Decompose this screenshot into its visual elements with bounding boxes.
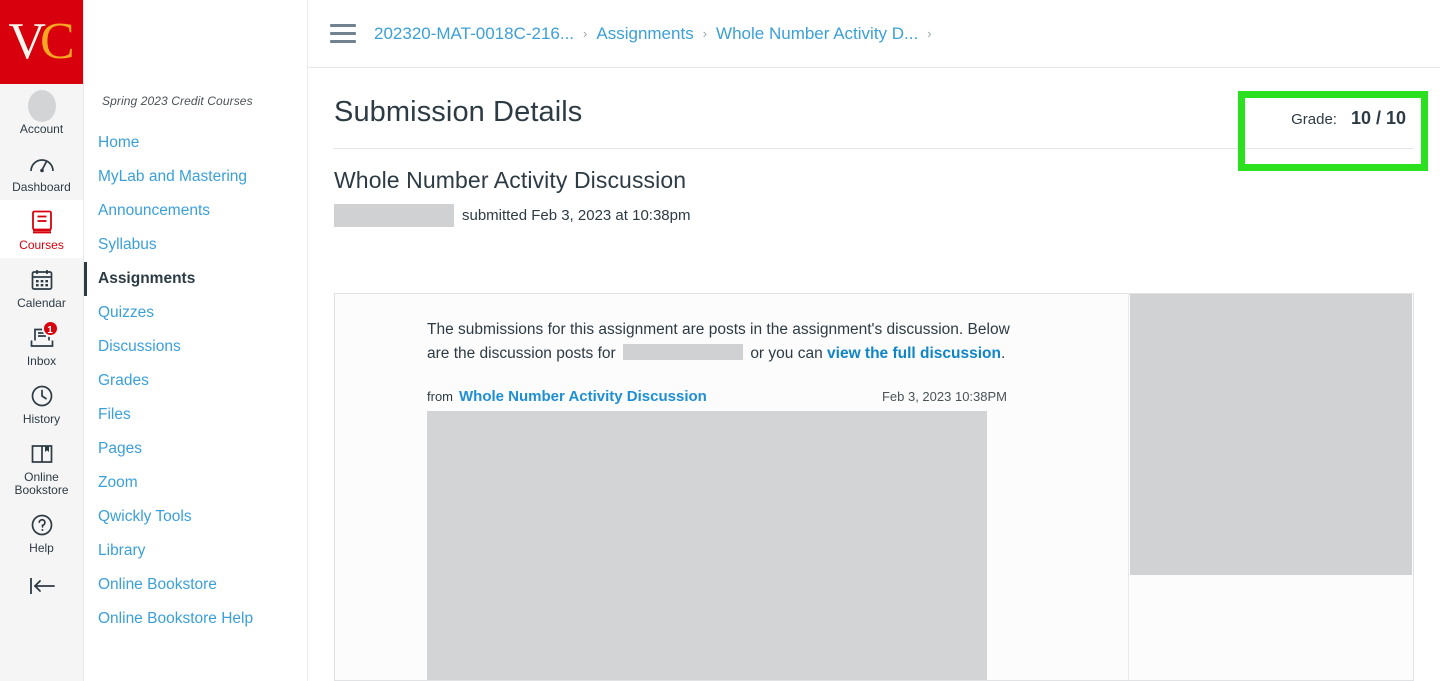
- canvas: V C Account Dashboard Courses Calendar 1…: [0, 0, 1440, 681]
- submitted-row: submitted Feb 3, 2023 at 10:38pm: [334, 204, 1414, 227]
- top-bar: 202320-MAT-0018C-216... › Assignments › …: [308, 0, 1440, 68]
- chevron-right-icon: ›: [927, 26, 932, 41]
- course-nav-item-discussions[interactable]: Discussions: [84, 330, 307, 364]
- course-navigation: Spring 2023 Credit Courses Home MyLab an…: [84, 0, 308, 681]
- view-full-discussion-link[interactable]: view the full discussion: [827, 345, 1001, 362]
- course-nav-item-library[interactable]: Library: [84, 534, 307, 568]
- list-item: Home: [84, 126, 307, 160]
- book-open-icon: [28, 440, 56, 468]
- redacted-student-name-inline: [623, 344, 743, 360]
- global-nav-label: Courses: [19, 238, 64, 252]
- course-nav-item-assignments[interactable]: Assignments: [84, 262, 307, 296]
- chevron-right-icon: ›: [583, 26, 588, 41]
- course-nav-item-syllabus[interactable]: Syllabus: [84, 228, 307, 262]
- global-nav-label: Calendar: [17, 296, 66, 310]
- course-nav-item-home[interactable]: Home: [84, 126, 307, 160]
- course-nav-item-files[interactable]: Files: [84, 398, 307, 432]
- global-nav-item-inbox[interactable]: 1 Inbox: [0, 316, 83, 374]
- course-nav-item-qwickly-tools[interactable]: Qwickly Tools: [84, 500, 307, 534]
- list-item: Online Bookstore: [84, 568, 307, 602]
- logo-letter-v: V: [8, 13, 46, 70]
- breadcrumb-course[interactable]: 202320-MAT-0018C-216...: [374, 24, 574, 44]
- collapse-left-icon[interactable]: [0, 575, 83, 597]
- list-item: Qwickly Tools: [84, 500, 307, 534]
- global-nav-item-calendar[interactable]: Calendar: [0, 258, 83, 316]
- global-nav-item-help[interactable]: Help: [0, 503, 83, 561]
- submission-intro-end: .: [1001, 345, 1006, 362]
- header-divider: [334, 148, 1414, 149]
- list-item: MyLab and Mastering: [84, 160, 307, 194]
- course-nav-item-grades[interactable]: Grades: [84, 364, 307, 398]
- course-term-label: Spring 2023 Credit Courses: [102, 94, 253, 108]
- hamburger-icon[interactable]: [330, 24, 356, 43]
- submission-intro-text: The submissions for this assignment are …: [427, 318, 1017, 366]
- page-header: Submission Details Grade: 10 / 10: [334, 94, 1414, 130]
- list-item: Zoom: [84, 466, 307, 500]
- course-nav-item-pages[interactable]: Pages: [84, 432, 307, 466]
- global-nav-label: Help: [29, 541, 54, 555]
- course-nav-item-mylab-and-mastering[interactable]: MyLab and Mastering: [84, 160, 307, 194]
- list-item: Grades: [84, 364, 307, 398]
- list-item: Quizzes: [84, 296, 307, 330]
- page-title: Submission Details: [334, 96, 583, 128]
- global-nav-item-dashboard[interactable]: Dashboard: [0, 142, 83, 200]
- global-nav-label: Account: [19, 122, 64, 136]
- grade-label: Grade:: [1291, 111, 1337, 128]
- institution-logo[interactable]: V C: [0, 0, 83, 84]
- global-navigation: V C Account Dashboard Courses Calendar 1…: [0, 0, 84, 681]
- course-nav-item-online-bookstore-help[interactable]: Online Bookstore Help: [84, 602, 307, 636]
- grade-value: 10 / 10: [1350, 108, 1406, 128]
- submission-intro-part2: or you can: [750, 345, 823, 362]
- clock-icon: [28, 382, 56, 410]
- global-nav-item-account[interactable]: Account: [0, 84, 83, 142]
- submission-body-card: The submissions for this assignment are …: [334, 293, 1414, 681]
- list-item: Library: [84, 534, 307, 568]
- list-item: Assignments: [84, 262, 307, 296]
- submission-details-page: Submission Details Grade: 10 / 10 Whole …: [308, 68, 1440, 681]
- course-nav-list: Home MyLab and Mastering Announcements S…: [84, 126, 307, 636]
- global-nav-item-online-bookstore[interactable]: Online Bookstore: [0, 432, 83, 503]
- calendar-icon: [28, 266, 56, 294]
- inbox-icon: 1: [28, 320, 59, 352]
- list-item: Discussions: [84, 330, 307, 364]
- redacted-student-name: [334, 204, 454, 227]
- main-content: 202320-MAT-0018C-216... › Assignments › …: [308, 0, 1440, 681]
- post-from-label: from: [427, 389, 453, 404]
- global-nav-label: Online Bookstore: [14, 470, 69, 497]
- list-item: Syllabus: [84, 228, 307, 262]
- list-item: Files: [84, 398, 307, 432]
- course-nav-item-quizzes[interactable]: Quizzes: [84, 296, 307, 330]
- global-nav-item-history[interactable]: History: [0, 374, 83, 432]
- global-nav-item-courses[interactable]: Courses: [0, 200, 83, 258]
- breadcrumb: 202320-MAT-0018C-216... › Assignments › …: [374, 24, 932, 44]
- post-date: Feb 3, 2023 10:38PM: [881, 389, 1007, 404]
- grade-box: Grade: 10 / 10: [1291, 108, 1414, 129]
- chevron-right-icon: ›: [702, 26, 708, 41]
- courses-book-icon: [28, 208, 56, 236]
- course-nav-item-announcements[interactable]: Announcements: [84, 194, 307, 228]
- global-nav-label: Inbox: [26, 354, 57, 368]
- course-nav-item-zoom[interactable]: Zoom: [84, 466, 307, 500]
- list-item: Announcements: [84, 194, 307, 228]
- list-item: Online Bookstore Help: [84, 602, 307, 636]
- question-circle-icon: [28, 511, 56, 539]
- assignment-title: Whole Number Activity Discussion: [334, 167, 687, 193]
- redacted-post-content: [427, 411, 987, 680]
- discussion-topic-link[interactable]: Whole Number Activity Discussion: [459, 388, 707, 405]
- submission-inner: The submissions for this assignment are …: [335, 294, 1413, 680]
- discussion-post-header: from Whole Number Activity Discussion Fe…: [427, 388, 1007, 405]
- avatar-icon: [27, 90, 56, 122]
- list-item: Pages: [84, 432, 307, 466]
- global-nav-label: History: [22, 412, 61, 426]
- dashboard-icon: [28, 150, 56, 178]
- breadcrumb-assignment[interactable]: Whole Number Activity D...: [716, 24, 918, 44]
- inbox-unread-badge: 1: [41, 320, 59, 337]
- course-nav-item-online-bookstore[interactable]: Online Bookstore: [84, 568, 307, 602]
- global-nav-label: Dashboard: [12, 180, 71, 194]
- breadcrumb-assignments[interactable]: Assignments: [596, 24, 693, 44]
- submitted-timestamp: submitted Feb 3, 2023 at 10:38pm: [462, 207, 691, 224]
